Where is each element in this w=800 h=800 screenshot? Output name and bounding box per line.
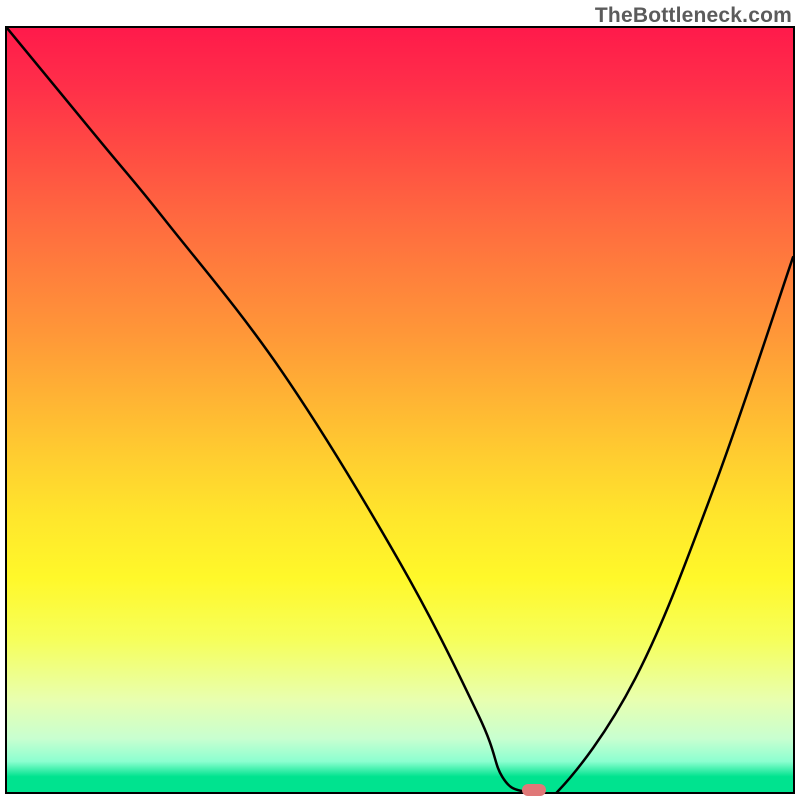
optimal-marker [522,784,546,796]
watermark-text: TheBottleneck.com [595,4,792,28]
chart-frame [5,26,795,794]
bottleneck-curve [7,28,793,792]
